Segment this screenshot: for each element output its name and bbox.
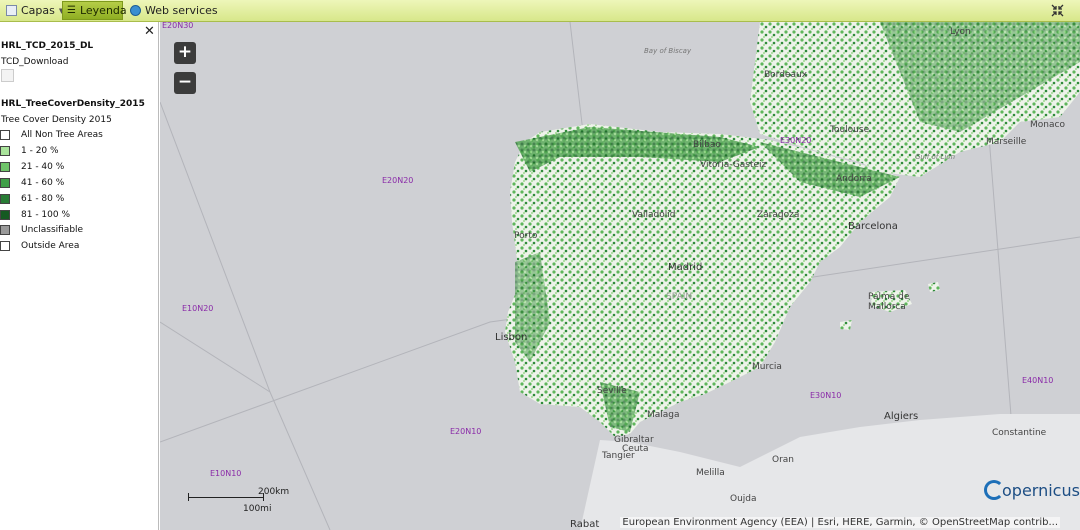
legend-label: Unclassifiable: [21, 224, 84, 235]
place-label: SPAIN: [666, 292, 693, 302]
layers-icon: [6, 5, 17, 16]
place-label: Constantine: [992, 428, 1047, 438]
legend-item: 81 - 100 %: [0, 208, 70, 221]
scale-mi-label: 100mi: [243, 504, 272, 514]
grid-label: E20N10: [450, 427, 482, 436]
place-label: Valladolid: [632, 210, 676, 220]
place-label: Malaga: [647, 410, 680, 420]
place-label: Zaragoza: [757, 210, 800, 220]
place-label: Seville: [597, 386, 627, 396]
tab-leyenda-label: Leyenda: [79, 4, 127, 17]
place-label: Rabat: [570, 519, 600, 530]
place-label: Algiers: [884, 411, 919, 422]
legend-label: 61 - 80 %: [21, 193, 65, 204]
place-label: Marseille: [986, 137, 1027, 147]
legend-item: 41 - 60 %: [0, 176, 64, 189]
place-label: Bordeaux: [764, 70, 808, 80]
tab-web-services-label: Web services: [145, 4, 218, 17]
legend-label: 1 - 20 %: [21, 145, 59, 156]
map-attribution: European Environment Agency (EEA) | Esri…: [620, 517, 1060, 528]
copernicus-logo-mark: [984, 480, 1004, 500]
place-label: Bilbao: [693, 140, 721, 150]
scale-km-label: 200km: [258, 487, 290, 497]
layer-subtitle: Tree Cover Density 2015: [1, 115, 112, 125]
legend-label: 41 - 60 %: [21, 177, 65, 188]
place-label: Bay of Biscay: [644, 47, 692, 55]
place-label: Gulf of Lion: [915, 153, 956, 161]
legend-swatch: [0, 161, 10, 172]
top-toolbar: Capas ▼ ☰ Leyenda Web services: [0, 0, 1080, 22]
grid-label: E20N20: [382, 176, 414, 185]
close-icon[interactable]: ✕: [144, 24, 155, 39]
legend-swatch: [0, 240, 10, 251]
scale-bar: 200km 100mi: [188, 487, 308, 517]
grid-label: E30N10: [810, 391, 842, 400]
legend-swatch: [0, 193, 10, 204]
zoom-in-button[interactable]: +: [174, 42, 196, 64]
legend-swatch: [0, 145, 10, 156]
legend-item: Unclassifiable: [0, 223, 83, 236]
tab-leyenda[interactable]: ☰ Leyenda: [62, 1, 127, 20]
legend-item: 21 - 40 %: [0, 160, 64, 173]
ibiza-landmass: [840, 320, 852, 330]
grid-label: E30N20: [780, 136, 812, 145]
layer-title: HRL_TreeCoverDensity_2015: [1, 99, 145, 109]
place-label: Porto: [514, 231, 538, 241]
place-label: Madrid: [668, 262, 703, 273]
place-label: Lyon: [950, 27, 971, 37]
tab-capas[interactable]: Capas ▼: [2, 1, 68, 20]
legend-swatch: [0, 129, 10, 140]
grid-label: E10N10: [210, 469, 242, 478]
legend-swatch: [0, 177, 10, 188]
legend-label: 81 - 100 %: [21, 209, 71, 220]
place-label: Palma de Mallorca: [868, 292, 910, 312]
legend-swatch: [0, 224, 10, 235]
legend-item: All Non Tree Areas: [0, 128, 103, 141]
place-label: Murcia: [752, 362, 782, 372]
place-label: Vitoria-Gasteiz: [700, 160, 767, 170]
map-view[interactable]: + − E20N30 E20N20 E10N20 E30N20 E20N10 E…: [160, 22, 1080, 530]
legend-panel: ✕ HRL_TCD_2015_DL TCD_Download HRL_TreeC…: [0, 22, 159, 530]
legend-swatch: [0, 209, 10, 220]
menorca-landmass: [928, 282, 940, 292]
legend-label: 21 - 40 %: [21, 161, 65, 172]
legend-item: 1 - 20 %: [0, 144, 59, 157]
collapse-icon[interactable]: [1051, 4, 1064, 17]
grid-label: E20N30: [162, 22, 194, 30]
globe-icon: [130, 5, 141, 16]
layer-subtitle: TCD_Download: [1, 57, 69, 67]
tab-capas-label: Capas: [21, 4, 55, 17]
grid-label: E10N20: [182, 304, 214, 313]
download-checkbox[interactable]: [1, 69, 14, 82]
place-label: Monaco: [1030, 120, 1065, 130]
place-label: Melilla: [696, 468, 725, 478]
place-label: Lisbon: [495, 332, 528, 343]
legend-label: Outside Area: [21, 240, 80, 251]
grid-label: E40N10: [1022, 376, 1054, 385]
legend-item: 61 - 80 %: [0, 192, 64, 205]
place-label: Toulouse: [830, 125, 870, 135]
place-label: Tangier: [602, 451, 635, 461]
zoom-out-button[interactable]: −: [174, 72, 196, 94]
legend-label: All Non Tree Areas: [21, 129, 103, 140]
place-label: Oran: [772, 455, 795, 465]
tab-web-services[interactable]: Web services: [126, 1, 222, 20]
legend-item: Outside Area: [0, 239, 79, 252]
layer-title: HRL_TCD_2015_DL: [1, 41, 94, 51]
place-label: Oujda: [730, 494, 757, 504]
legend-list-icon: ☰: [67, 5, 76, 16]
logo-text: opernicus: [1002, 481, 1080, 500]
place-label: Andorra: [836, 174, 872, 184]
copernicus-logo: opernicus: [984, 480, 1080, 500]
place-label: Barcelona: [848, 221, 898, 232]
